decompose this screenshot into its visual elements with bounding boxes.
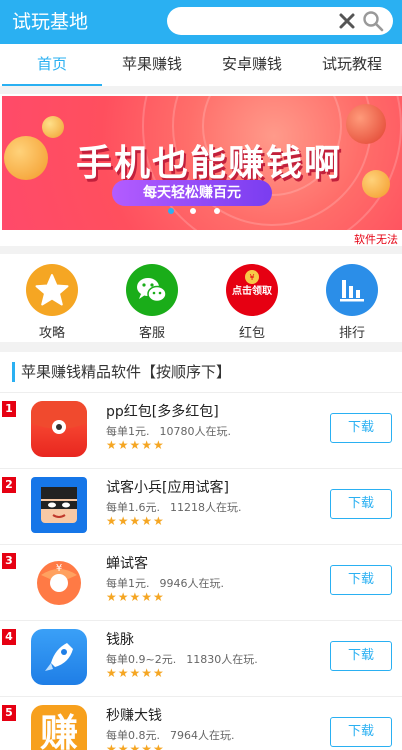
download-button[interactable]: 下载	[330, 717, 392, 747]
shortcut-red-envelope[interactable]: ¥ 点击领取 红包	[212, 264, 292, 341]
app-meta: 每单1元. 9946人在玩.	[106, 575, 224, 591]
rank-badge: 5	[2, 705, 16, 721]
app-player-count: 10780人在玩.	[159, 425, 232, 438]
app-price: 每单0.8元.	[106, 729, 160, 742]
app-icon-glyph: 赚	[39, 711, 78, 750]
app-row: 5 赚 秒赚大钱 每单0.8元. 7964人在玩. ★★★★★ 下载	[0, 696, 402, 750]
star-rating: ★★★★★	[106, 514, 165, 528]
shortcut-guide[interactable]: 攻略	[12, 264, 92, 341]
banner-slide[interactable]: 手机也能赚钱啊 每天轻松赚百元	[2, 96, 402, 230]
app-meta: 每单0.9~2元. 11830人在玩.	[106, 651, 258, 667]
star-rating: ★★★★★	[106, 666, 165, 680]
ball-decoration	[346, 104, 386, 144]
shortcut-label: 排行	[338, 326, 365, 341]
tab-label: 苹果赚钱	[121, 55, 182, 73]
category-tabs: 首页 苹果赚钱 安卓赚钱 试玩教程	[0, 44, 402, 86]
coin-decoration	[4, 136, 48, 180]
app-name[interactable]: 蝉试客	[106, 553, 148, 573]
shortcut-support[interactable]: 客服	[112, 264, 192, 341]
carousel-dot-active[interactable]	[168, 208, 174, 214]
coin-decoration	[42, 116, 64, 138]
tab-tutorial[interactable]: 试玩教程	[302, 44, 402, 86]
star-rating: ★★★★★	[106, 438, 165, 452]
rank-badge: 3	[2, 553, 16, 569]
tab-label: 首页	[36, 55, 67, 73]
shortcut-ranking[interactable]: 排行	[312, 264, 392, 341]
app-player-count: 11218人在玩.	[170, 501, 242, 514]
clear-icon[interactable]	[337, 11, 357, 31]
download-button[interactable]: 下载	[330, 565, 392, 595]
svg-text:¥: ¥	[56, 563, 62, 574]
app-name[interactable]: 秒赚大钱	[106, 705, 162, 725]
star-rating: ★★★★★	[106, 590, 165, 604]
bar-chart-icon	[326, 264, 378, 316]
section-title: 苹果赚钱精品软件【按顺序下】	[12, 362, 231, 382]
app-row: 1 pp红包[多多红包] 每单1元. 10780人在玩. ★★★★★ 下载	[0, 392, 402, 468]
search-icon[interactable]	[362, 10, 384, 32]
app-name[interactable]: pp红包[多多红包]	[106, 401, 219, 421]
star-icon	[26, 264, 78, 316]
carousel-dot[interactable]	[214, 208, 220, 214]
app-price: 每单1元.	[106, 577, 150, 590]
tab-home[interactable]: 首页	[2, 44, 102, 86]
banner-headline: 手机也能赚钱啊	[76, 143, 343, 184]
search-box[interactable]	[167, 7, 393, 35]
download-button[interactable]: 下载	[330, 641, 392, 671]
ninja-app-icon[interactable]	[31, 477, 87, 533]
app-name[interactable]: 钱脉	[106, 629, 134, 649]
rocket-app-icon[interactable]	[31, 629, 87, 685]
star-rating: ★★★★★	[106, 742, 165, 750]
notice-text[interactable]: 软件无法	[354, 231, 398, 247]
app-row: 4 钱脉 每单0.9~2元. 11830人在玩. ★★★★★ 下载	[0, 620, 402, 696]
app-player-count: 9946人在玩.	[159, 577, 225, 590]
site-logo[interactable]: 试玩基地	[12, 9, 88, 35]
top-header: 试玩基地	[0, 0, 402, 44]
banner-subline: 每天轻松赚百元	[112, 180, 272, 206]
svg-text:¥: ¥	[249, 273, 254, 282]
envelope-badge-text: 点击领取	[232, 286, 272, 297]
app-row: 3 ¥ 蝉试客 每单1元. 9946人在玩. ★★★★★ 下载	[0, 544, 402, 620]
red-envelope-icon: ¥ 点击领取	[226, 264, 278, 316]
shortcut-grid: 攻略 客服 ¥ 点击领取 红包 排行	[0, 254, 402, 342]
app-row: 2 试客小兵[应用试客] 每单1.6元. 11218人在玩. ★★★★★ 下载	[0, 468, 402, 544]
app-meta: 每单1.6元. 11218人在玩.	[106, 499, 242, 515]
shortcut-label: 红包	[238, 326, 265, 341]
app-player-count: 7964人在玩.	[170, 729, 235, 742]
download-button[interactable]: 下载	[330, 413, 392, 443]
download-button[interactable]: 下载	[330, 489, 392, 519]
coin-decoration	[362, 170, 390, 198]
app-name[interactable]: 试客小兵[应用试客]	[106, 477, 229, 497]
tab-label: 安卓赚钱	[221, 55, 282, 73]
rank-badge: 1	[2, 401, 16, 417]
app-price: 每单1.6元.	[106, 501, 160, 514]
active-tab-indicator	[2, 84, 102, 86]
app-price: 每单1元.	[106, 425, 150, 438]
wechat-icon	[126, 264, 178, 316]
banner-section: 手机也能赚钱啊 每天轻松赚百元 软件无法	[0, 94, 402, 246]
shortcut-label: 攻略	[38, 326, 65, 341]
app-meta: 每单1元. 10780人在玩.	[106, 423, 231, 439]
app-meta: 每单0.8元. 7964人在玩.	[106, 727, 235, 743]
rank-badge: 2	[2, 477, 16, 493]
zhuan-app-icon[interactable]: 赚	[31, 705, 87, 750]
cicada-app-icon[interactable]: ¥	[31, 553, 87, 609]
rank-badge: 4	[2, 629, 16, 645]
shortcut-label: 客服	[138, 326, 165, 341]
carousel-dot[interactable]	[190, 208, 196, 214]
tab-label: 试玩教程	[321, 55, 382, 73]
app-list-section: 苹果赚钱精品软件【按顺序下】 1 pp红包[多多红包] 每单1元. 10780人在…	[0, 352, 402, 750]
tab-apple-earn[interactable]: 苹果赚钱	[102, 44, 202, 86]
app-player-count: 11830人在玩.	[186, 653, 258, 666]
red-envelope-app-icon[interactable]	[31, 401, 87, 457]
tab-android-earn[interactable]: 安卓赚钱	[202, 44, 302, 86]
app-price: 每单0.9~2元.	[106, 653, 177, 666]
